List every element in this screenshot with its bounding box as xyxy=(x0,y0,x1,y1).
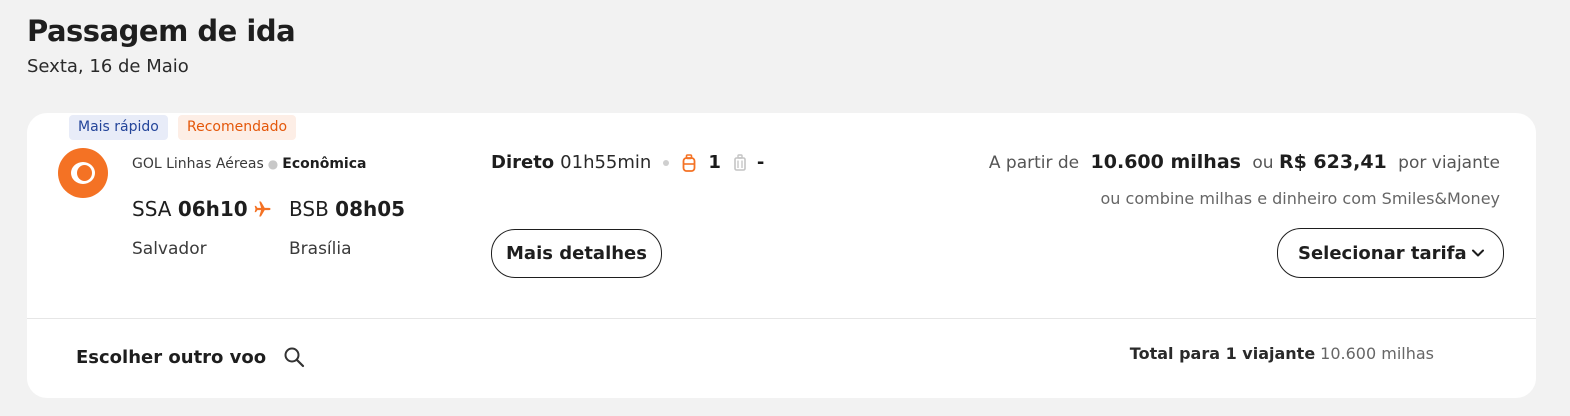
price-prefix: A partir de xyxy=(988,153,1080,173)
page-title: Passagem de ida xyxy=(27,14,296,48)
details-button[interactable]: Mais detalhes xyxy=(491,229,662,278)
destination-airport: BSB 08h05 xyxy=(289,197,405,221)
search-icon[interactable] xyxy=(282,345,306,369)
choose-other-flight-label: Escolher outro voo xyxy=(76,346,267,368)
price-money: R$ 623,41 xyxy=(1278,151,1387,173)
chevron-down-icon xyxy=(1472,249,1484,257)
cabin-class: Econômica xyxy=(282,156,367,172)
separator-dot: ● xyxy=(267,157,279,171)
page-date: Sexta, 16 de Maio xyxy=(27,56,189,77)
price-per: por viajante xyxy=(1398,153,1500,173)
badge-recommended: Recomendado xyxy=(178,115,297,140)
flight-duration: 01h55min xyxy=(560,152,652,173)
select-fare-button[interactable]: Selecionar tarifa xyxy=(1277,228,1504,278)
total-line: Total para 1 viajante 10.600 milhas xyxy=(1130,344,1434,363)
checked-bag-count: - xyxy=(756,152,765,173)
suitcase-icon xyxy=(734,153,746,171)
arrival-time: 08h05 xyxy=(335,197,406,221)
badge-fastest: Mais rápido xyxy=(69,115,168,140)
price-miles: 10.600 milhas xyxy=(1090,151,1241,173)
departure-time: 06h10 xyxy=(177,197,248,221)
backpack-icon xyxy=(682,153,696,172)
plane-icon xyxy=(254,201,271,217)
select-fare-label: Selecionar tarifa xyxy=(1298,242,1467,264)
price-line: A partir de 10.600 milhas ou R$ 623,41 p… xyxy=(989,151,1500,173)
price-or: ou xyxy=(1252,153,1274,173)
origin-code: SSA xyxy=(132,197,172,221)
destination-city: Brasília xyxy=(289,239,352,259)
flight-summary: Direto 01h55min 1 - xyxy=(491,152,764,173)
airline-info: GOL Linhas Aéreas ● Econômica xyxy=(132,156,366,172)
separator-dot xyxy=(663,159,670,166)
origin-airport: SSA 06h10 xyxy=(132,197,248,221)
flight-type: Direto xyxy=(491,152,555,173)
smiles-money-note: ou combine milhas e dinheiro com Smiles&… xyxy=(1100,189,1501,208)
total-value: 10.600 milhas xyxy=(1320,344,1434,363)
choose-other-flight[interactable]: Escolher outro voo xyxy=(76,345,306,369)
carry-on-count: 1 xyxy=(708,152,721,173)
airline-name: GOL Linhas Aéreas xyxy=(132,156,264,172)
destination-code: BSB xyxy=(289,197,329,221)
card-divider xyxy=(27,318,1536,319)
flight-card: Mais rápido Recomendado GOL Linhas Aérea… xyxy=(27,113,1536,398)
total-label: Total para 1 viajante xyxy=(1129,344,1316,363)
airline-logo xyxy=(58,148,108,198)
origin-city: Salvador xyxy=(132,239,207,259)
